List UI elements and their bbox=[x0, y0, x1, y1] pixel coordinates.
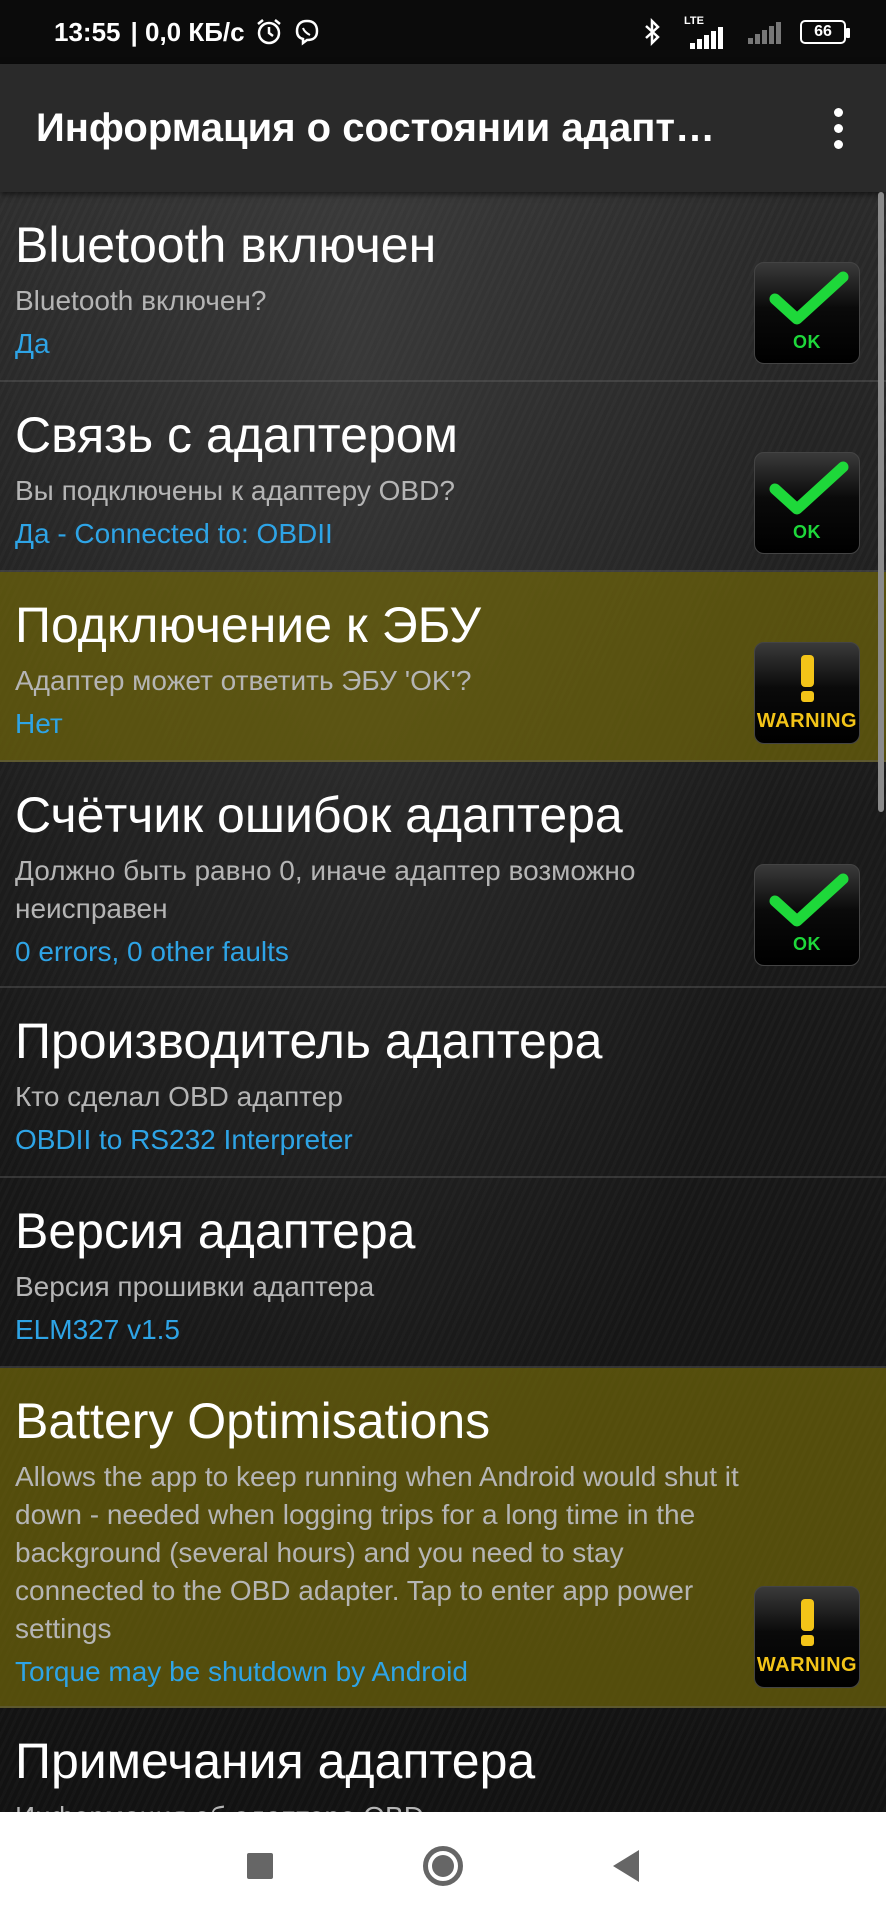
item-subtitle: Bluetooth включен? bbox=[15, 285, 267, 316]
status-bar: 13:55 | 0,0 КБ/с LTE 66 bbox=[0, 0, 886, 64]
status-label: WARNING bbox=[756, 1654, 858, 1676]
status-right: LTE 66 bbox=[638, 15, 850, 49]
status-label: OK bbox=[793, 522, 821, 542]
exclamation-icon bbox=[801, 655, 814, 702]
item-value: OBDII to RS232 Interpreter bbox=[15, 1124, 353, 1155]
alarm-icon bbox=[256, 19, 281, 45]
list-item-ecu-connection[interactable]: Подключение к ЭБУ Адаптер может ответить… bbox=[0, 572, 886, 762]
list-item-bluetooth[interactable]: Bluetooth включен Bluetooth включен? Да … bbox=[0, 192, 886, 382]
item-title: Примечания адаптера bbox=[15, 1733, 536, 1789]
back-button[interactable] bbox=[613, 1850, 639, 1882]
bluetooth-icon bbox=[645, 18, 660, 46]
status-label: OK bbox=[793, 332, 821, 352]
check-icon bbox=[769, 461, 849, 515]
lte-signal: LTE bbox=[684, 15, 724, 49]
list-item-adapter-version[interactable]: Версия адаптера Версия прошивки адаптера… bbox=[0, 1178, 886, 1368]
item-title: Battery Optimisations bbox=[15, 1393, 491, 1449]
item-title: Подключение к ЭБУ bbox=[15, 597, 482, 653]
item-title: Связь с адаптером bbox=[15, 407, 458, 463]
signal-2-icon bbox=[748, 22, 781, 44]
page-title: Информация о состоянии адапт… bbox=[36, 105, 716, 150]
battery-level: 66 bbox=[814, 23, 832, 40]
item-value: Torque may be shutdown by Android bbox=[15, 1656, 468, 1687]
ok-status-badge: OK bbox=[754, 452, 860, 554]
item-value: Нет bbox=[15, 708, 63, 739]
item-subtitle: Версия прошивки адаптера bbox=[15, 1271, 375, 1302]
item-subtitle: Allows the app to keep running when Andr… bbox=[15, 1461, 739, 1644]
network-speed: | 0,0 КБ/с bbox=[130, 16, 245, 47]
item-subtitle: Должно быть равно 0, иначе адаптер возмо… bbox=[15, 855, 636, 924]
scrollbar[interactable] bbox=[878, 192, 884, 812]
item-subtitle: Кто сделал OBD адаптер bbox=[15, 1081, 343, 1112]
status-label: OK bbox=[793, 934, 821, 954]
home-button[interactable] bbox=[423, 1846, 463, 1886]
clock: 13:55 bbox=[54, 16, 121, 47]
item-title: Производитель адаптера bbox=[15, 1013, 603, 1069]
ok-status-badge: OK bbox=[754, 262, 860, 364]
item-value: ELM327 v1.5 bbox=[15, 1314, 180, 1345]
item-subtitle: Вы подключены к адаптеру OBD? bbox=[15, 475, 455, 506]
item-title: Bluetooth включен bbox=[15, 217, 437, 273]
item-value: 0 errors, 0 other faults bbox=[15, 936, 289, 967]
list-item-manufacturer[interactable]: Производитель адаптера Кто сделал OBD ад… bbox=[0, 988, 886, 1178]
item-value: Да bbox=[15, 328, 50, 359]
check-icon bbox=[769, 271, 849, 325]
warning-status-badge: WARNING bbox=[754, 1586, 860, 1688]
ok-status-badge: OK bbox=[754, 864, 860, 966]
signal-icon bbox=[690, 27, 723, 49]
check-icon bbox=[769, 873, 849, 927]
recents-button[interactable] bbox=[247, 1853, 273, 1879]
item-value: Да - Connected to: OBDII bbox=[15, 518, 333, 549]
item-title: Счётчик ошибок адаптера bbox=[15, 787, 623, 843]
list-item-error-counter[interactable]: Счётчик ошибок адаптера Должно быть равн… bbox=[0, 762, 886, 988]
viber-icon bbox=[295, 19, 318, 46]
status-label: WARNING bbox=[756, 710, 858, 732]
item-subtitle: Информация об адаптере OBD bbox=[15, 1798, 746, 1812]
list-item-adapter-notes[interactable]: Примечания адаптера Информация об адапте… bbox=[0, 1708, 886, 1812]
item-subtitle: Адаптер может ответить ЭБУ 'OK'? bbox=[15, 665, 472, 696]
navigation-bar bbox=[0, 1812, 886, 1920]
app-bar: Информация о состоянии адапт… bbox=[0, 64, 886, 192]
warning-status-badge: WARNING bbox=[754, 642, 860, 744]
status-list[interactable]: Bluetooth включен Bluetooth включен? Да … bbox=[0, 192, 886, 1812]
list-item-battery-optimisations[interactable]: Battery Optimisations Allows the app to … bbox=[0, 1368, 886, 1708]
exclamation-icon bbox=[801, 1599, 814, 1646]
battery-icon: 66 bbox=[800, 20, 850, 44]
list-item-adapter-link[interactable]: Связь с адаптером Вы подключены к адапте… bbox=[0, 382, 886, 572]
status-left: 13:55 | 0,0 КБ/с bbox=[54, 17, 321, 48]
lte-label: LTE bbox=[684, 15, 704, 27]
item-title: Версия адаптера bbox=[15, 1203, 416, 1259]
overflow-menu-icon[interactable] bbox=[818, 98, 858, 158]
